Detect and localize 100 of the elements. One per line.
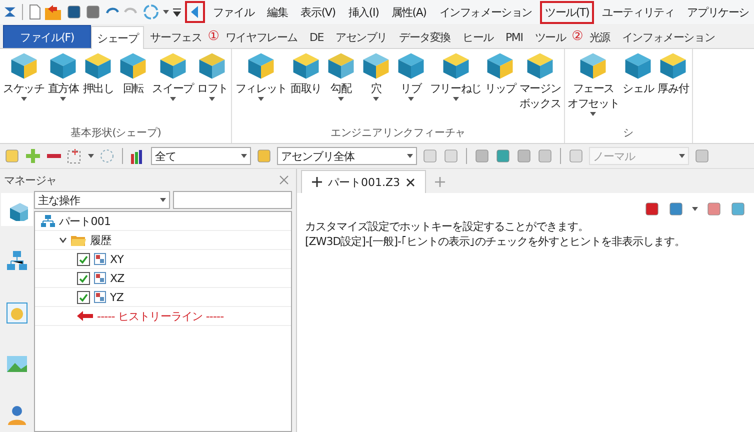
new-file-icon[interactable]: [28, 4, 42, 20]
checkbox[interactable]: [77, 272, 90, 284]
ribbon-button[interactable]: リップ: [483, 49, 518, 126]
shape-icon: [442, 52, 470, 80]
ribbon-button[interactable]: スイープ: [151, 49, 194, 126]
shape-icon: [292, 52, 320, 80]
menu-item[interactable]: インフォメーション: [434, 0, 537, 24]
ribbon-tab[interactable]: サーフェス: [144, 25, 208, 48]
ribbon-button[interactable]: フェース オフセット: [566, 49, 620, 126]
close-button[interactable]: [278, 174, 290, 186]
history-line: ----- ヒストリーライン -----: [97, 308, 224, 324]
group-label: 基本形状(シェープ): [70, 126, 162, 141]
folder-icon: [71, 234, 86, 246]
checkbox[interactable]: [77, 252, 90, 266]
menu-item[interactable]: ユーティリティ: [597, 0, 680, 24]
caret-icon: [170, 97, 176, 101]
filter-dropdown[interactable]: 全て: [151, 147, 251, 165]
ribbon-button[interactable]: 勾配: [324, 49, 358, 126]
annotation-marker: ②: [572, 28, 584, 44]
ribbon-button[interactable]: 厚み付: [656, 49, 690, 126]
operation-dropdown[interactable]: 主な操作: [34, 191, 170, 209]
customize-icon[interactable]: [172, 7, 182, 17]
tree-row[interactable]: YZ: [35, 288, 291, 307]
tree-label: パート001: [59, 214, 111, 228]
menu-item[interactable]: アプリケーシ: [682, 0, 754, 24]
shape-icon: [526, 52, 554, 80]
menu-item[interactable]: 挿入(I): [343, 0, 384, 24]
checkbox[interactable]: [77, 290, 90, 304]
plus-icon[interactable]: [25, 148, 41, 164]
ribbon-button[interactable]: ロフト: [195, 49, 230, 126]
file-tab[interactable]: ファイル(F): [3, 25, 92, 48]
menu-item[interactable]: 属性(A): [386, 0, 432, 24]
ribbon-tab[interactable]: インフォメーション: [616, 25, 721, 48]
caret-icon: [679, 154, 685, 158]
close-icon[interactable]: [406, 178, 416, 186]
tree-row[interactable]: パート001: [35, 212, 291, 231]
circle-select-icon[interactable]: [99, 148, 115, 164]
window-icon: [6, 302, 28, 324]
ribbon-tab[interactable]: DE: [304, 25, 330, 48]
ribbon-button[interactable]: 面取り: [288, 49, 323, 126]
tree-row[interactable]: XZ: [35, 269, 291, 288]
tree-label: 履歴: [90, 232, 112, 248]
caret-icon: [20, 97, 27, 101]
plus-icon: [312, 177, 322, 187]
selection-box-icon[interactable]: [67, 148, 83, 164]
shape-icon: [158, 52, 187, 80]
back-button[interactable]: [184, 1, 205, 23]
tree-row[interactable]: 履歴: [35, 231, 291, 250]
menu-item[interactable]: 表示(V): [296, 0, 340, 24]
caret-icon: [372, 97, 379, 101]
menu-item[interactable]: ファイル: [208, 0, 260, 24]
ribbon-tab[interactable]: ワイヤフレーム: [219, 25, 304, 48]
search-field[interactable]: [173, 191, 292, 209]
caret-icon: [692, 207, 698, 211]
open-folder-icon[interactable]: [44, 4, 63, 20]
plane-icon: [94, 291, 106, 303]
hint-text: [ZW3D設定]-[一般]-｢ヒントの表示｣のチェックを外すとヒントを非表示します。: [305, 234, 686, 249]
ribbon-button[interactable]: 押出し: [81, 49, 116, 126]
panel-title: マネージャ: [4, 172, 56, 188]
document-tab[interactable]: パート001.Z3: [301, 170, 426, 193]
ribbon-button[interactable]: スケッチ: [2, 49, 46, 126]
ribbon-button[interactable]: フリーねじ: [428, 49, 482, 126]
caret-icon: [60, 97, 66, 101]
shape-icon: [362, 52, 390, 80]
hint-text: カスタマイズ設定でホットキーを設定することができます。: [305, 219, 590, 234]
ribbon-tab[interactable]: シェープ: [91, 26, 144, 49]
tree-row[interactable]: ----- ヒストリーライン -----: [35, 307, 291, 326]
shape-icon: [624, 52, 652, 80]
annotation-marker: ①: [208, 28, 220, 44]
ribbon-tab[interactable]: PMI: [499, 25, 529, 48]
ribbon-button[interactable]: 穴: [358, 49, 393, 126]
side-tab[interactable]: [1, 193, 33, 226]
ribbon-button[interactable]: マージン ボックス: [518, 49, 562, 126]
arrow-left-icon: [77, 311, 93, 321]
ribbon-tab[interactable]: アセンブリ: [330, 25, 394, 48]
shape-icon: [84, 52, 112, 80]
chevron-icon[interactable]: [59, 236, 67, 244]
hierarchy-icon: [41, 215, 55, 227]
rotate-icon[interactable]: [142, 3, 160, 21]
ribbon-button[interactable]: フィレット: [234, 49, 288, 126]
ribbon-tab[interactable]: ツール: [528, 25, 572, 48]
ribbon-tab[interactable]: 光源: [583, 25, 616, 48]
tree-label: XZ: [110, 272, 124, 284]
triangle-left-icon: [190, 6, 199, 18]
users-icon: [6, 404, 28, 426]
ribbon-button[interactable]: シェル: [621, 49, 656, 126]
scope-dropdown[interactable]: アセンブリ全体: [277, 147, 417, 165]
shape-icon: [486, 52, 514, 80]
caret-icon: [407, 154, 413, 158]
ribbon-tab[interactable]: ヒール: [456, 25, 500, 48]
menu-item[interactable]: 編集: [262, 0, 293, 24]
ribbon-button[interactable]: リブ: [394, 49, 428, 126]
ribbon-button[interactable]: 直方体: [46, 49, 80, 126]
tree-row[interactable]: XY: [35, 250, 291, 269]
ribbon-button[interactable]: 回転: [116, 49, 150, 126]
caret-icon: [408, 97, 414, 101]
ribbon-tab[interactable]: データ変換: [393, 25, 457, 48]
menu-item[interactable]: ツール(T): [540, 0, 594, 24]
shape-icon: [10, 52, 38, 80]
shape-icon: [659, 52, 688, 80]
